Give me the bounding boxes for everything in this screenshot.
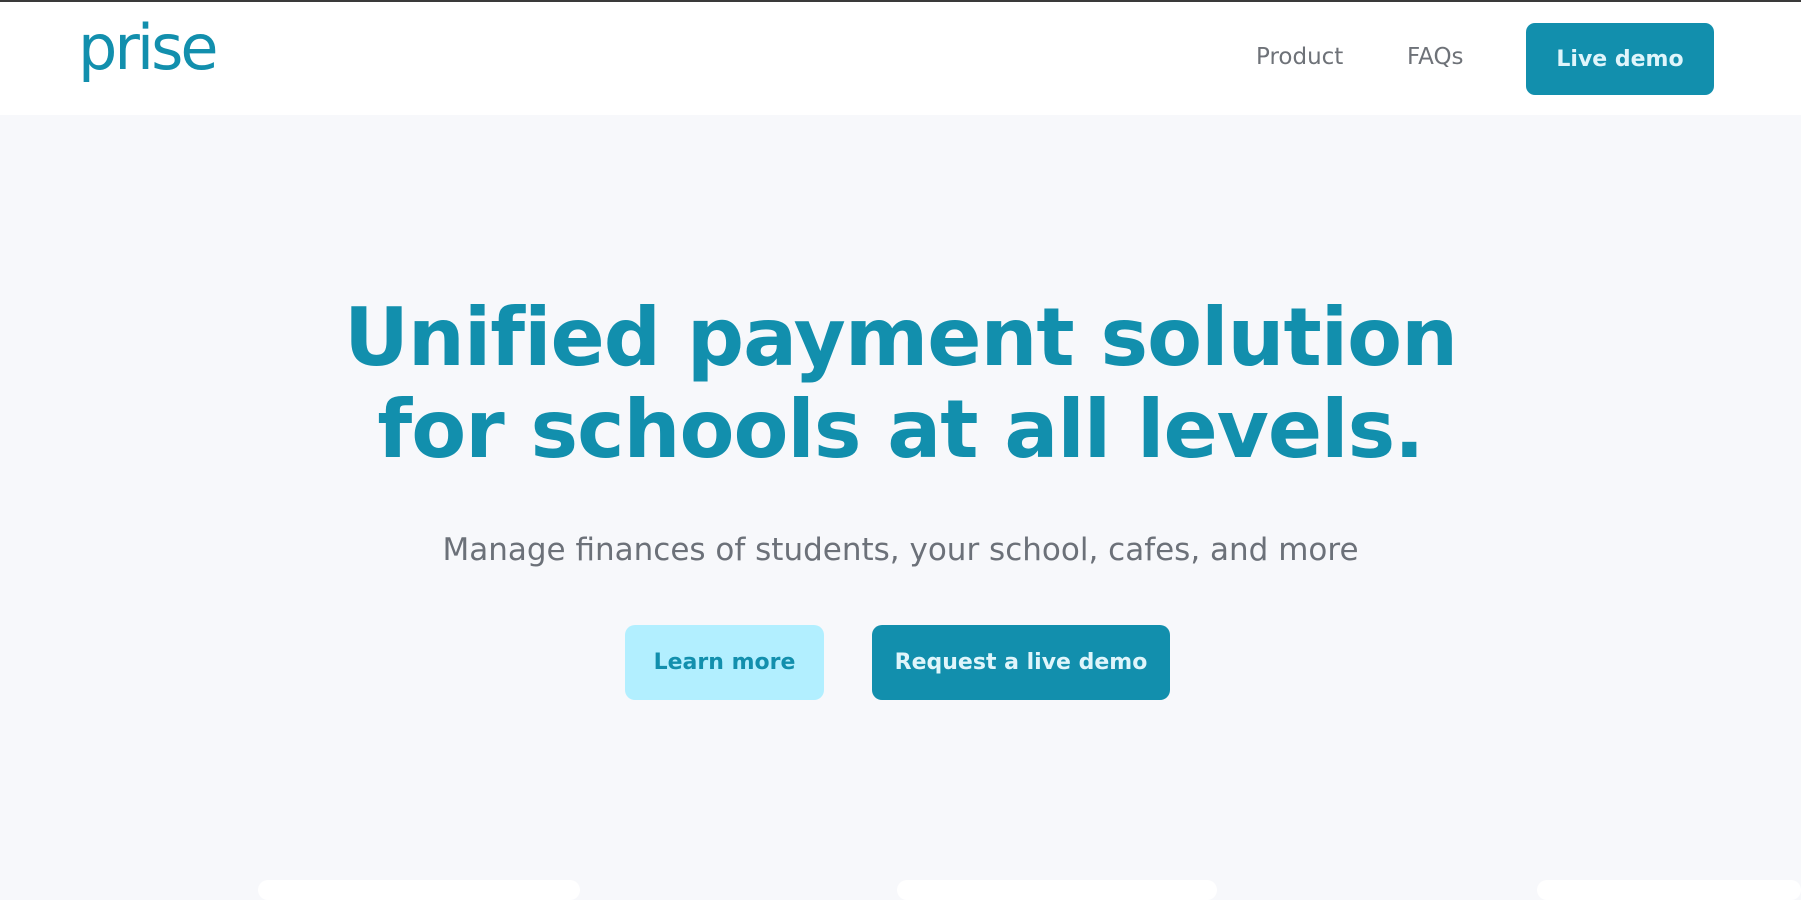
feature-card bbox=[1537, 880, 1801, 900]
live-demo-button[interactable]: Live demo bbox=[1526, 23, 1714, 95]
hero-subtitle: Manage finances of students, your school… bbox=[442, 532, 1359, 568]
hero-title: Unified payment solution for schools at … bbox=[0, 292, 1801, 476]
hero-title-line-2: for schools at all levels. bbox=[377, 383, 1424, 476]
hero-title-line-1: Unified payment solution bbox=[343, 291, 1458, 384]
learn-more-button[interactable]: Learn more bbox=[625, 625, 824, 700]
feature-card bbox=[258, 880, 580, 900]
nav-link-faqs[interactable]: FAQs bbox=[1407, 42, 1464, 72]
feature-card bbox=[897, 880, 1217, 900]
nav-link-product[interactable]: Product bbox=[1256, 42, 1343, 72]
site-header: prise Product FAQs Live demo bbox=[0, 2, 1801, 115]
request-demo-button[interactable]: Request a live demo bbox=[872, 625, 1170, 700]
brand-logo[interactable]: prise bbox=[78, 8, 219, 88]
